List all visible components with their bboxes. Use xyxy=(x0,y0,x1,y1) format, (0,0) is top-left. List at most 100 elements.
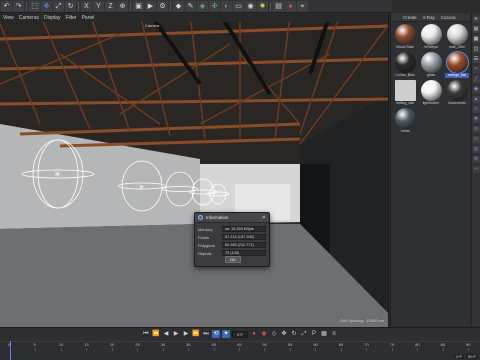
texture-mode-icon[interactable]: ◇ xyxy=(472,106,480,113)
material-swatch[interactable]: Corian_Blac xyxy=(393,52,417,78)
scale-key-icon[interactable]: ⤢ xyxy=(300,330,308,338)
lock-icon[interactable]: ⊘ xyxy=(472,156,480,163)
solo-icon[interactable]: ◎ xyxy=(472,146,480,153)
playhead[interactable] xyxy=(10,341,11,360)
rotation-key-icon[interactable]: ↻ xyxy=(290,330,298,338)
scale-tool-icon[interactable]: ⤢ xyxy=(53,0,64,12)
x-axis-icon[interactable]: X xyxy=(81,0,92,12)
camera-icon[interactable]: ◉ xyxy=(245,0,256,12)
viewport-menu-cameras[interactable]: Cameras xyxy=(19,15,39,21)
layout-icon[interactable]: ▤ xyxy=(273,0,284,12)
loop-icon[interactable]: ⟲ xyxy=(212,330,220,338)
viewport-menu-display[interactable]: Display xyxy=(44,15,60,21)
param-key-icon[interactable]: P xyxy=(310,330,318,338)
prev-frame-icon[interactable]: ◀ xyxy=(162,330,170,338)
go-to-end-icon[interactable]: ⏭ xyxy=(202,330,210,338)
content-browser-icon[interactable]: ▦ xyxy=(472,36,480,43)
objects-tab-icon[interactable]: ≡ xyxy=(472,16,480,23)
go-to-start-icon[interactable]: ⏮ xyxy=(142,330,150,338)
prev-key-icon[interactable]: ⏪ xyxy=(152,330,160,338)
ruler-tick-mark xyxy=(264,348,266,351)
timeline-menu-icon[interactable]: ≡ xyxy=(330,330,338,338)
material-swatch[interactable]: orange_fab xyxy=(445,51,469,78)
toolbar-divider xyxy=(26,1,27,11)
ruler-tick-mark xyxy=(468,348,469,351)
auto-keying-icon[interactable]: ◉ xyxy=(260,330,268,338)
material-menu-create[interactable]: Create xyxy=(403,15,417,20)
viewport-menu-view[interactable]: View xyxy=(3,15,14,21)
info-key: Memory xyxy=(198,226,213,232)
ruler-tick-label: 45 xyxy=(237,342,242,347)
cloner-icon[interactable]: ✣ xyxy=(209,0,220,12)
cinema4d-logo-icon xyxy=(198,215,203,220)
material-swatch[interactable]: metal xyxy=(393,108,417,134)
material-swatch[interactable]: wall_Offw xyxy=(445,24,469,50)
information-dialog: Information ✕ Memory ca. 15 253 KByte Po… xyxy=(194,212,270,267)
snapping-icon[interactable]: ⊙ xyxy=(472,126,480,133)
redo-icon[interactable]: ↷ xyxy=(13,0,24,12)
3d-viewport[interactable]: ✳ ✳ View Cameras Display Filter Panel Ca… xyxy=(0,14,389,327)
z-axis-icon[interactable]: Z xyxy=(105,0,116,12)
coordinate-system-icon[interactable]: ⊕ xyxy=(117,0,128,12)
more-tools-icon[interactable]: ⋯ xyxy=(472,166,480,173)
ruler-tick-label: 50 xyxy=(262,342,267,347)
material-swatch[interactable]: blackmetal xyxy=(445,80,469,106)
next-frame-icon[interactable]: ▶ xyxy=(182,330,190,338)
position-key-icon[interactable]: ✥ xyxy=(280,330,288,338)
material-label: metal xyxy=(400,129,410,133)
ruler-tick-label: 80 xyxy=(415,342,420,347)
next-key-icon[interactable]: ⏩ xyxy=(192,330,200,338)
pla-key-icon[interactable]: ▦ xyxy=(320,330,328,338)
axis-mode-icon[interactable]: ✚ xyxy=(472,116,480,123)
keyframe-selection-icon[interactable]: ◇ xyxy=(270,330,278,338)
light-icon[interactable]: ✹ xyxy=(257,0,268,12)
ruler-tick-label: 60 xyxy=(313,342,318,347)
material-menu-corona[interactable]: Corona xyxy=(441,15,456,20)
polygon-mode-icon[interactable]: ◆ xyxy=(472,86,480,93)
material-menu-vray[interactable]: V-Ray xyxy=(423,15,435,20)
info-row-memory: Memory ca. 15 253 KByte xyxy=(195,225,269,233)
material-swatch[interactable]: lightmateri xyxy=(419,80,443,106)
material-swatch[interactable]: ceiling_wal xyxy=(393,80,417,106)
attributes-icon[interactable]: ☰ xyxy=(472,56,480,63)
rotate-tool-icon[interactable]: ↻ xyxy=(65,0,76,12)
material-swatch[interactable]: Whitepa xyxy=(419,24,443,50)
render-view-icon[interactable]: ▶ xyxy=(145,0,156,12)
layers-icon[interactable]: ◫ xyxy=(472,46,480,53)
subdivision-icon[interactable]: ◈ xyxy=(197,0,208,12)
model-mode-icon[interactable]: ▲ xyxy=(472,96,480,103)
pen-icon[interactable]: ✎ xyxy=(185,0,196,12)
toolbar-divider xyxy=(130,1,131,11)
render-settings-icon[interactable]: ⚙ xyxy=(157,0,168,12)
point-mode-icon[interactable]: • xyxy=(472,66,480,73)
viewport-menu-filter[interactable]: Filter xyxy=(65,15,76,21)
range-start-readout[interactable]: 0 F xyxy=(454,354,464,359)
snap-icon[interactable]: ⌖ xyxy=(297,0,308,12)
record-keys-icon[interactable]: ● xyxy=(250,330,258,338)
y-axis-icon[interactable]: Y xyxy=(93,0,104,12)
deformer-icon[interactable]: ◐ xyxy=(221,0,232,12)
move-tool-icon[interactable]: ✥ xyxy=(41,0,52,12)
viewport-menu-panel[interactable]: Panel xyxy=(82,15,95,21)
range-end-readout[interactable]: 90 F xyxy=(465,354,478,359)
ruler-tick-mark xyxy=(60,348,62,351)
ruler-tick-mark xyxy=(137,348,139,351)
material-swatch[interactable]: Wood Stair xyxy=(393,24,417,50)
material-swatch[interactable]: glass xyxy=(419,52,443,78)
floor-icon[interactable]: ▭ xyxy=(233,0,244,12)
play-icon[interactable]: ▶ xyxy=(172,330,180,338)
grid-spacing-readout: Grid Spacing : 10000 cm xyxy=(339,318,384,323)
select-tool-icon[interactable]: ⬚ xyxy=(29,0,40,12)
undo-icon[interactable]: ↶ xyxy=(1,0,12,12)
timeline-ruler[interactable]: 051015202530354045505560657075808590 xyxy=(0,341,480,351)
cube-icon[interactable]: ◆ xyxy=(173,0,184,12)
workplane-icon[interactable]: ▭ xyxy=(472,136,480,143)
current-frame-field[interactable]: 0 F xyxy=(232,330,248,338)
ok-button[interactable]: OK xyxy=(225,256,241,263)
autokey-icon[interactable]: ✦ xyxy=(222,330,230,338)
takes-tab-icon[interactable]: ▤ xyxy=(472,26,480,33)
render-region-icon[interactable]: ▣ xyxy=(133,0,144,12)
close-icon[interactable]: ✕ xyxy=(262,215,266,221)
record-icon[interactable]: ● xyxy=(285,0,296,12)
edge-mode-icon[interactable]: ╱ xyxy=(472,76,480,83)
